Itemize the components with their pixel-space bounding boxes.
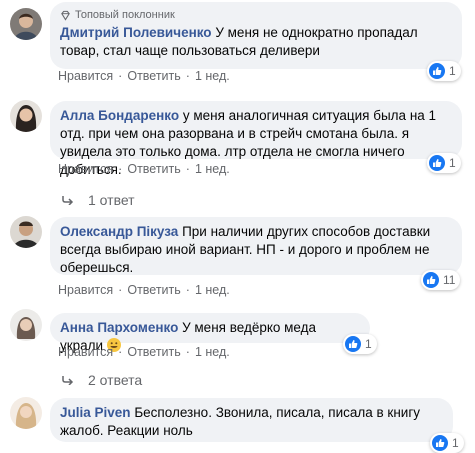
timestamp[interactable]: 1 нед. (195, 69, 230, 83)
reaction-number: 1 (452, 436, 459, 450)
author-name[interactable]: Дмитрий Полевиченко (60, 25, 212, 40)
reply-arrow-icon (62, 196, 74, 205)
reaction-number: 11 (443, 273, 456, 287)
comment-actions: Нравится · Ответить · 1 нед. (58, 283, 230, 297)
view-replies-link[interactable]: 1 ответ (62, 192, 135, 208)
thumbs-up-icon (423, 272, 439, 288)
replies-count: 1 ответ (88, 192, 135, 208)
badge-label: Топовый поклонник (75, 9, 175, 21)
reaction-count[interactable]: 1 (427, 61, 461, 81)
reaction-number: 1 (449, 64, 456, 78)
reaction-count[interactable]: 1 (343, 334, 377, 354)
reply-link[interactable]: Ответить (127, 162, 180, 176)
like-link[interactable]: Нравится (58, 345, 113, 359)
reaction-count[interactable]: 1 (430, 433, 464, 453)
avatar[interactable] (10, 100, 42, 132)
reply-link[interactable]: Ответить (127, 345, 180, 359)
reply-arrow-icon (62, 376, 74, 385)
reaction-count[interactable]: 11 (421, 270, 461, 290)
replies-count: 2 ответа (88, 372, 143, 388)
top-fan-badge: Топовый поклонник (60, 8, 452, 22)
avatar[interactable] (10, 309, 42, 341)
comment-actions: Нравится · Ответить · 1 нед. (58, 69, 230, 83)
avatar[interactable] (10, 397, 42, 429)
reaction-count[interactable]: 1 (427, 153, 461, 173)
thumbs-up-icon (429, 63, 445, 79)
diamond-icon (61, 10, 70, 21)
comment-bubble: Julia Piven Бесполезно. Звонила, писала,… (50, 398, 453, 442)
comment-bubble: Алла Бондаренко у меня аналогичная ситуа… (50, 101, 462, 177)
like-link[interactable]: Нравится (58, 283, 113, 297)
comment-actions: Нравится · Ответить · 1 нед. (58, 345, 230, 359)
timestamp[interactable]: 1 нед. (195, 283, 230, 297)
timestamp[interactable]: 1 нед. (195, 162, 230, 176)
avatar[interactable] (10, 8, 42, 40)
thumbs-up-icon (432, 435, 448, 451)
like-link[interactable]: Нравится (58, 69, 113, 83)
author-name[interactable]: Анна Пархоменко (60, 320, 178, 335)
author-name[interactable]: Julia Piven (60, 405, 131, 420)
reaction-number: 1 (449, 156, 456, 170)
avatar[interactable] (10, 216, 42, 248)
thumbs-up-icon (345, 336, 361, 352)
comment-bubble: Олександр Пікуза При наличии других спос… (50, 217, 462, 275)
reply-link[interactable]: Ответить (127, 283, 180, 297)
author-name[interactable]: Олександр Пікуза (60, 224, 178, 239)
comment-bubble: Анна Пархоменко У меня ведёрко меда укра… (50, 313, 370, 353)
comment-actions: Нравится · Ответить · 1 нед. (58, 162, 230, 176)
view-replies-link[interactable]: 2 ответа (62, 372, 142, 388)
author-name[interactable]: Алла Бондаренко (60, 108, 179, 123)
thumbs-up-icon (429, 155, 445, 171)
like-link[interactable]: Нравится (58, 162, 113, 176)
reaction-number: 1 (365, 337, 372, 351)
reply-link[interactable]: Ответить (127, 69, 180, 83)
timestamp[interactable]: 1 нед. (195, 345, 230, 359)
comment-bubble: Топовый поклонник Дмитрий Полевиченко У … (50, 2, 462, 69)
